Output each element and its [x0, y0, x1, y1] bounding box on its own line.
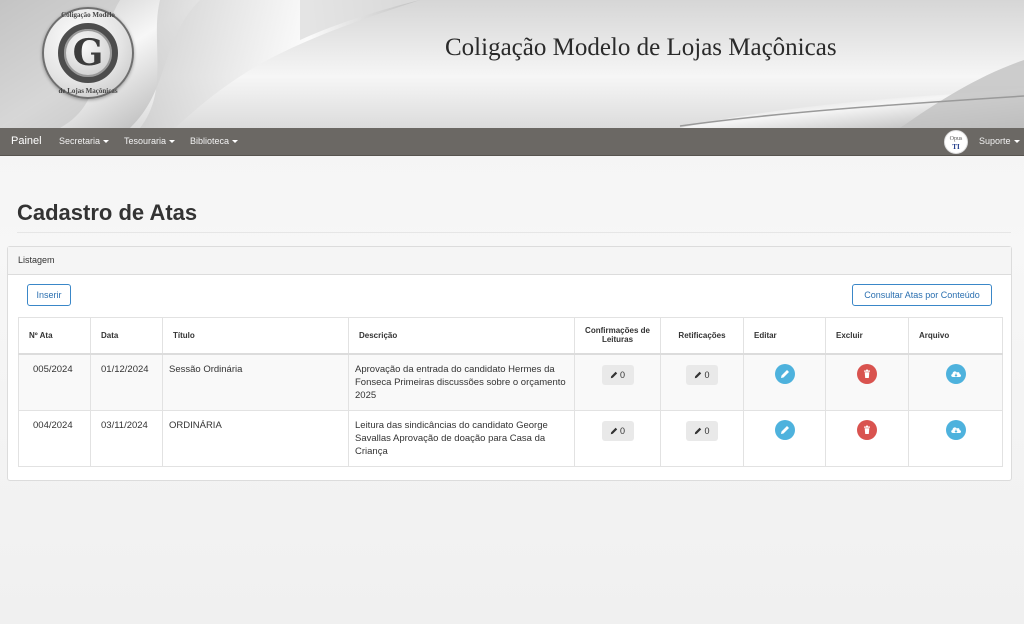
rectifications-button[interactable]: 0 — [686, 364, 718, 385]
col-header-arquivo: Arquivo — [908, 317, 1003, 355]
cell-descricao: Leitura das sindicâncias do candidato Ge… — [348, 409, 575, 467]
col-header-retificacoes[interactable]: Retificações — [660, 317, 744, 355]
cloud-download-icon — [950, 426, 961, 433]
confirmations-button[interactable]: 0 — [601, 364, 634, 385]
top-navbar: Painel Secretaria Tesouraria Biblioteca … — [0, 128, 1024, 156]
table-row: 005/2024 01/12/2024 Sessão Ordinária Apr… — [18, 353, 1003, 411]
cell-arquivo — [908, 409, 1003, 467]
col-header-data[interactable]: Data — [90, 317, 163, 355]
nav-menu-label: Suporte — [979, 136, 1011, 146]
page-title: Cadastro de Atas — [17, 200, 198, 225]
count-value: 0 — [704, 425, 710, 436]
cell-editar — [743, 409, 826, 467]
confirmations-button[interactable]: 0 — [601, 420, 634, 441]
site-logo: Coligação Modelo G de Lojas Maçônicas — [42, 7, 134, 99]
rectifications-button[interactable]: 0 — [686, 420, 718, 441]
col-header-confirmacoes[interactable]: Confirmações de Leituras — [574, 317, 661, 355]
delete-button[interactable] — [857, 363, 877, 384]
banner-waves — [0, 0, 1024, 128]
pencil-icon — [780, 369, 789, 378]
avatar-text-bottom: TI — [952, 143, 960, 151]
edit-button[interactable] — [774, 363, 795, 384]
cell-arquivo — [908, 353, 1003, 411]
col-header-descricao[interactable]: Descrição — [348, 317, 575, 355]
caret-down-icon — [232, 140, 239, 144]
nav-menu-label: Tesouraria — [124, 136, 167, 146]
cell-numero: 005/2024 — [18, 353, 91, 411]
nav-menu-biblioteca[interactable]: Biblioteca — [190, 136, 239, 146]
listing-panel: Listagem Inserir Consultar Atas por Cont… — [7, 246, 1012, 481]
trash-icon — [864, 369, 870, 378]
panel-heading: Listagem — [8, 247, 1011, 275]
nav-menu-secretaria[interactable]: Secretaria — [59, 136, 110, 146]
count-value: 0 — [704, 369, 710, 380]
nav-menu-suporte[interactable]: Suporte — [979, 136, 1020, 146]
col-header-excluir: Excluir — [825, 317, 909, 355]
cell-excluir — [825, 353, 909, 411]
atas-table: Nº Ata Data Título Descrição Confirmaçõe… — [18, 317, 1003, 467]
cell-numero: 004/2024 — [18, 409, 91, 467]
caret-down-icon — [169, 140, 176, 144]
cell-excluir — [825, 409, 909, 467]
col-header-numero[interactable]: Nº Ata — [18, 317, 91, 355]
search-by-content-button[interactable]: Consultar Atas por Conteúdo — [852, 284, 992, 306]
edit-button[interactable] — [774, 419, 795, 440]
cell-confirmacoes: 0 — [574, 409, 661, 467]
caret-down-icon — [1013, 140, 1020, 144]
nav-menu-tesouraria[interactable]: Tesouraria — [124, 136, 176, 146]
trash-icon — [864, 425, 870, 434]
count-value: 0 — [619, 425, 625, 436]
delete-button[interactable] — [857, 419, 877, 440]
table-header-row: Nº Ata Data Título Descrição Confirmaçõe… — [18, 317, 1003, 355]
user-avatar[interactable]: Opus TI — [944, 130, 968, 154]
cell-titulo: ORDINÁRIA — [162, 409, 349, 467]
logo-emblem: G — [58, 23, 118, 83]
nav-menu-label: Biblioteca — [190, 136, 230, 146]
site-title: Coligação Modelo de Lojas Maçônicas — [445, 34, 837, 61]
header-banner: Coligação Modelo G de Lojas Maçônicas Co… — [0, 0, 1024, 128]
cell-retificacoes: 0 — [660, 353, 744, 411]
pencil-icon — [610, 427, 618, 434]
nav-menu-label: Secretaria — [59, 136, 101, 146]
pencil-icon — [695, 371, 702, 378]
insert-button[interactable]: Inserir — [27, 284, 71, 306]
logo-text-top: Coligação Modelo — [61, 11, 115, 19]
file-download-button[interactable] — [945, 419, 966, 440]
caret-down-icon — [103, 140, 110, 144]
cell-data: 01/12/2024 — [90, 353, 163, 411]
avatar-text-top: Opus — [949, 136, 963, 142]
pencil-icon — [695, 427, 702, 434]
cloud-download-icon — [950, 370, 961, 377]
nav-brand-painel[interactable]: Painel — [11, 135, 42, 147]
file-download-button[interactable] — [945, 363, 966, 384]
cell-retificacoes: 0 — [660, 409, 744, 467]
cell-confirmacoes: 0 — [574, 353, 661, 411]
col-header-editar: Editar — [743, 317, 826, 355]
table-row: 004/2024 03/11/2024 ORDINÁRIA Leitura da… — [18, 409, 1003, 467]
logo-letter: G — [72, 32, 104, 74]
cell-editar — [743, 353, 826, 411]
cell-titulo: Sessão Ordinária — [162, 353, 349, 411]
cell-data: 03/11/2024 — [90, 409, 163, 467]
count-value: 0 — [619, 369, 625, 380]
title-divider — [17, 232, 1011, 233]
pencil-icon — [780, 425, 789, 434]
pencil-icon — [610, 371, 618, 378]
logo-text-bottom: de Lojas Maçônicas — [58, 87, 118, 95]
cell-descricao: Aprovação da entrada do candidato Hermes… — [348, 353, 575, 411]
col-header-titulo[interactable]: Título — [162, 317, 349, 355]
